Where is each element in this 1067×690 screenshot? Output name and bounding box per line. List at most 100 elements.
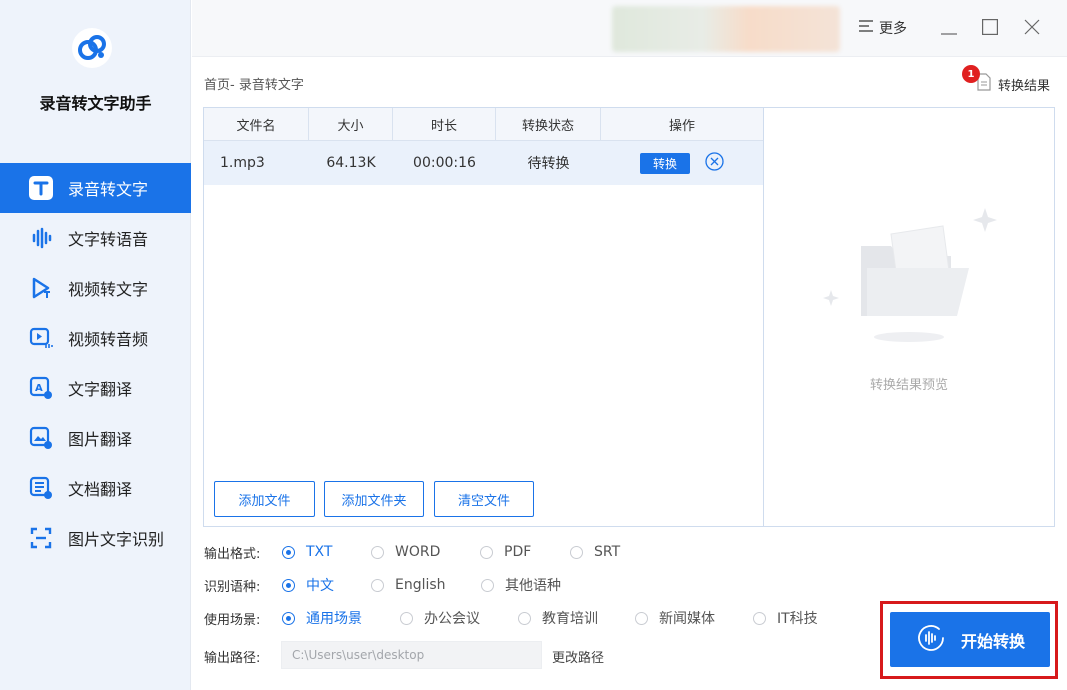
- language-radio-other[interactable]: 其他语种: [481, 574, 561, 596]
- results-label: 转换结果: [998, 78, 1051, 94]
- blurred-account-area: [612, 6, 840, 52]
- close-icon: [1024, 19, 1040, 39]
- file-name-cell: 1.mp3: [220, 155, 265, 171]
- clear-files-button[interactable]: 清空文件: [434, 481, 534, 517]
- format-radio-srt[interactable]: SRT: [570, 541, 620, 563]
- output-path-field[interactable]: C:\Users\user\desktop: [281, 641, 542, 669]
- sidebar-item-label: 图片翻译: [68, 430, 133, 449]
- duration-cell: 00:00:16: [413, 155, 476, 171]
- radio-label: TXT: [306, 544, 333, 560]
- radio-dot: [480, 545, 493, 559]
- minimize-icon: [941, 20, 957, 39]
- maximize-button[interactable]: [975, 14, 1005, 44]
- radio-dot: [371, 545, 384, 559]
- sidebar-item-label: 文档翻译: [68, 480, 133, 499]
- result-preview-panel: 转换结果预览: [763, 107, 1055, 527]
- radio-label: 其他语种: [505, 578, 561, 594]
- column-header: 操作: [668, 118, 695, 134]
- sidebar-item-text-to-speech[interactable]: 文字转语音: [0, 213, 191, 263]
- ocr-scan-icon: [27, 524, 55, 552]
- minimize-button[interactable]: [934, 14, 964, 44]
- empty-folder-illustration-icon: [819, 208, 999, 352]
- row-convert-button[interactable]: 转换: [640, 152, 690, 174]
- preview-placeholder-text: 转换结果预览: [869, 378, 948, 393]
- language-radio-chinese[interactable]: 中文: [282, 574, 334, 596]
- add-folder-button[interactable]: 添加文件夹: [324, 481, 424, 517]
- sidebar-item-image-ocr[interactable]: 图片文字识别: [0, 513, 191, 563]
- output-path-label: 输出路径:: [204, 650, 261, 666]
- app-title: 录音转文字助手: [39, 94, 152, 113]
- radio-dot: [282, 545, 295, 559]
- title-bar: 更多: [192, 0, 1067, 57]
- sidebar-item-audio-to-text[interactable]: 录音转文字: [0, 163, 191, 213]
- sidebar-item-label: 文字翻译: [68, 380, 133, 399]
- sidebar-item-image-translate[interactable]: 图片翻译: [0, 413, 191, 463]
- audio-wave-icon: [27, 224, 55, 252]
- radio-label: English: [395, 577, 446, 593]
- sidebar: 录音转文字助手 录音转文字 文字转语音 视频转文字 视频转音频 A 文字翻译 图…: [0, 0, 191, 690]
- radio-label: 中文: [306, 578, 334, 594]
- radio-dot: [753, 611, 766, 625]
- app-logo-icon: [70, 26, 114, 70]
- scene-radio-general[interactable]: 通用场景: [282, 607, 362, 629]
- radio-label: 办公会议: [424, 611, 480, 627]
- doc-translate-icon: [27, 474, 55, 502]
- sidebar-item-label: 录音转文字: [68, 180, 149, 199]
- format-radio-txt[interactable]: TXT: [282, 541, 332, 563]
- format-radio-word[interactable]: WORD: [371, 541, 440, 563]
- recognition-language-row: 识别语种: 中文 English 其他语种: [204, 574, 864, 596]
- radio-label: SRT: [594, 544, 621, 560]
- column-header: 大小: [309, 108, 393, 140]
- start-conversion-button[interactable]: 开始转换: [890, 612, 1050, 667]
- output-format-label: 输出格式:: [204, 546, 261, 562]
- format-radio-pdf[interactable]: PDF: [480, 541, 531, 563]
- radio-dot: [371, 578, 384, 592]
- scene-label: 使用场景:: [204, 612, 261, 628]
- table-row[interactable]: 1.mp3 64.13K 00:00:16 待转换 转换: [204, 141, 763, 185]
- video-audio-icon: [27, 324, 55, 352]
- sidebar-item-label: 文字转语音: [68, 230, 149, 249]
- status-cell: 待转换: [527, 156, 570, 172]
- column-header: 转换状态: [496, 108, 601, 140]
- radio-dot: [570, 545, 583, 559]
- notification-badge: 1: [962, 65, 980, 83]
- radio-label: IT科技: [777, 611, 818, 627]
- scene-radio-news-media[interactable]: 新闻媒体: [635, 607, 715, 629]
- menu-lines-icon: [859, 20, 873, 36]
- text-t-icon: [27, 174, 55, 202]
- action-cell: 转换: [601, 141, 763, 185]
- language-radio-english[interactable]: English: [371, 574, 446, 596]
- language-label: 识别语种:: [204, 579, 261, 595]
- scene-radio-it-tech[interactable]: IT科技: [753, 607, 818, 629]
- remove-row-icon[interactable]: [705, 151, 724, 175]
- radio-dot: [282, 611, 295, 625]
- radio-label: PDF: [504, 544, 532, 560]
- voice-wave-icon: [915, 622, 947, 658]
- sidebar-item-label: 图片文字识别: [68, 530, 165, 549]
- scene-radio-meeting[interactable]: 办公会议: [400, 607, 480, 629]
- radio-dot: [400, 611, 413, 625]
- sidebar-item-video-to-audio[interactable]: 视频转音频: [0, 313, 191, 363]
- radio-dot: [481, 578, 494, 592]
- radio-label: 新闻媒体: [659, 611, 715, 627]
- more-menu-button[interactable]: 更多: [859, 18, 907, 38]
- text-translate-icon: A: [27, 374, 55, 402]
- file-list-panel: 文件名 大小 时长 转换状态 操作 1.mp3 64.13K 00:00:16 …: [203, 107, 764, 527]
- radio-label: WORD: [395, 544, 441, 560]
- start-button-label: 开始转换: [960, 631, 1025, 651]
- maximize-icon: [982, 19, 999, 39]
- output-format-row: 输出格式: TXT WORD PDF SRT: [204, 541, 864, 563]
- table-header: 文件名 大小 时长 转换状态 操作: [204, 108, 763, 141]
- sidebar-item-doc-translate[interactable]: 文档翻译: [0, 463, 191, 513]
- usage-scene-row: 使用场景: 通用场景 办公会议 教育培训 新闻媒体 IT科技: [204, 607, 864, 629]
- radio-dot: [518, 611, 531, 625]
- close-window-button[interactable]: [1017, 14, 1047, 44]
- breadcrumb: 首页- 录音转文字: [204, 78, 304, 93]
- sidebar-item-text-translate[interactable]: A 文字翻译: [0, 363, 191, 413]
- sidebar-item-video-to-text[interactable]: 视频转文字: [0, 263, 191, 313]
- conversion-results-link[interactable]: 1 转换结果: [962, 65, 1051, 95]
- add-file-button[interactable]: 添加文件: [214, 481, 315, 517]
- radio-dot: [635, 611, 648, 625]
- scene-radio-education[interactable]: 教育培训: [518, 607, 598, 629]
- change-path-button[interactable]: 更改路径: [552, 647, 604, 666]
